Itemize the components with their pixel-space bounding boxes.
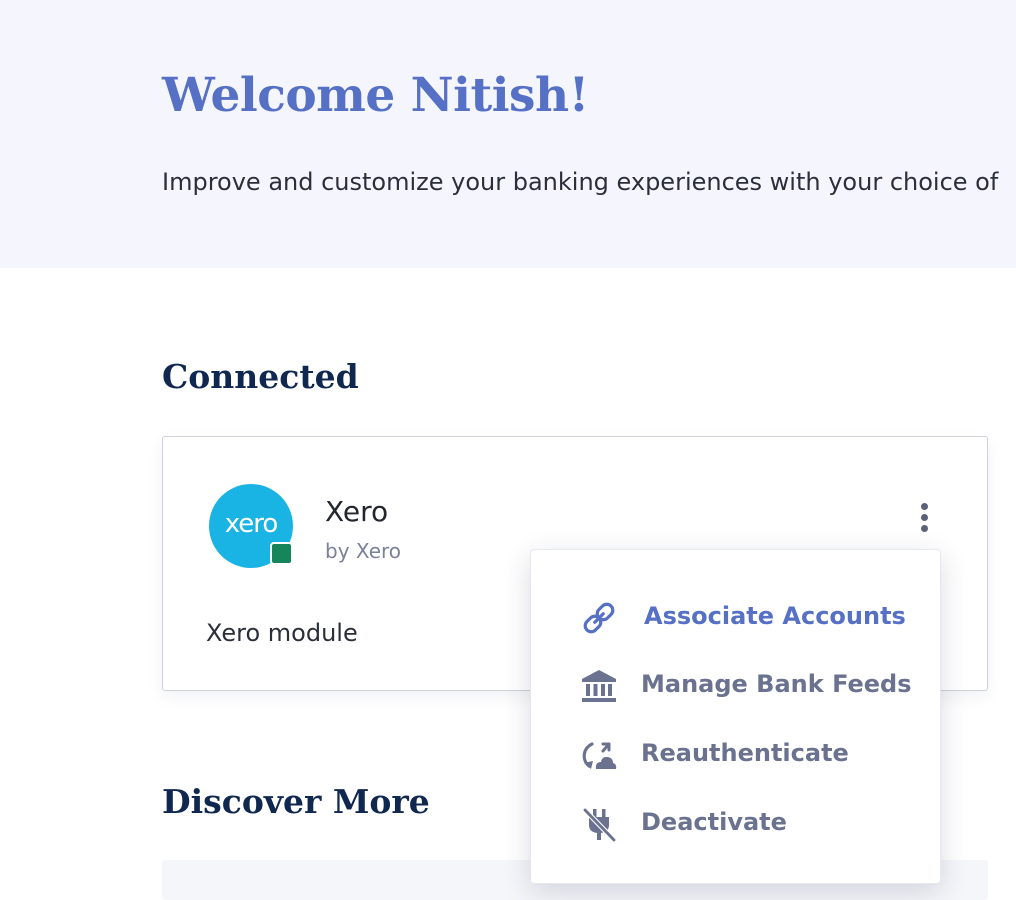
menu-item-label: Deactivate bbox=[641, 808, 787, 836]
menu-item-label: Reauthenticate bbox=[641, 739, 849, 767]
menu-item-associate-accounts[interactable]: Associate Accounts bbox=[531, 586, 942, 642]
menu-item-deactivate[interactable]: Deactivate bbox=[531, 792, 942, 848]
link-icon bbox=[579, 598, 619, 638]
kebab-dot bbox=[921, 525, 928, 532]
menu-item-label: Manage Bank Feeds bbox=[641, 670, 912, 698]
power-off-icon bbox=[579, 804, 619, 844]
welcome-banner: Welcome Nitish! Improve and customize yo… bbox=[0, 0, 1016, 268]
page-title: Welcome Nitish! bbox=[162, 68, 589, 123]
app-vendor: by Xero bbox=[325, 539, 402, 563]
kebab-dot bbox=[921, 503, 928, 510]
welcome-subtitle: Improve and customize your banking exper… bbox=[162, 168, 999, 196]
app-options-menu: Associate Accounts Manage Bank Feeds Rea bbox=[530, 549, 941, 884]
menu-item-label: Associate Accounts bbox=[644, 602, 906, 630]
discover-more-heading: Discover More bbox=[162, 782, 430, 821]
app-name: Xero bbox=[325, 495, 389, 528]
connected-heading: Connected bbox=[162, 357, 359, 396]
more-options-icon[interactable] bbox=[907, 497, 941, 537]
kebab-dot bbox=[921, 514, 928, 521]
reauth-icon bbox=[579, 735, 619, 775]
menu-item-manage-bank-feeds[interactable]: Manage Bank Feeds bbox=[531, 654, 942, 710]
xero-logo: xero bbox=[209, 484, 293, 568]
menu-item-reauthenticate[interactable]: Reauthenticate bbox=[531, 723, 942, 779]
connected-status-badge bbox=[270, 542, 293, 565]
bank-icon bbox=[579, 666, 619, 706]
app-description: Xero module bbox=[206, 619, 358, 647]
